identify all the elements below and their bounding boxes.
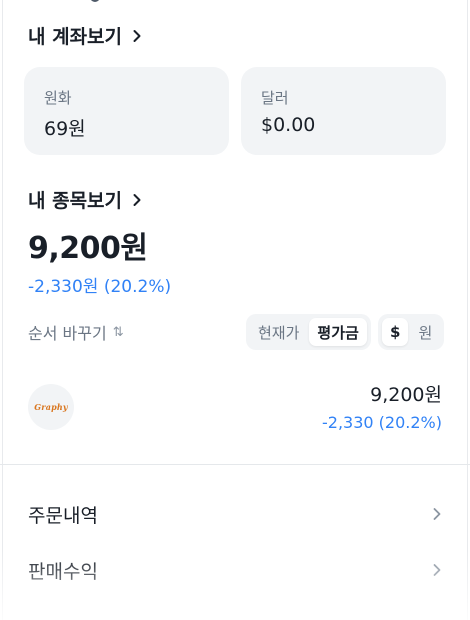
krw-card-label: 원화 [44, 89, 72, 107]
holding-change: -2,330 (20.2%) [322, 413, 442, 432]
stocks-section-title: 내 종목보기 [28, 190, 123, 212]
toggle-current-price[interactable]: 현재가 [250, 318, 307, 346]
currency-toggle: $ 원 [378, 314, 445, 350]
frame-border-left [2, 0, 3, 620]
usd-card-value: $0.00 [261, 114, 316, 136]
frame-border-right [467, 0, 468, 620]
menu-sales-profit[interactable]: 판매수익 [28, 550, 444, 590]
holding-amount: 9,200원 [370, 384, 442, 406]
chevron-right-icon [433, 508, 441, 520]
sort-arrows-icon: ⇅ [112, 324, 124, 340]
menu-order-history[interactable]: 주문내역 [28, 494, 444, 534]
section-divider [0, 464, 470, 465]
stock-logo-text: Graphy [34, 402, 68, 412]
usd-card-label: 달러 [261, 89, 289, 107]
portfolio-total-change: -2,330원 (20.2%) [28, 277, 172, 297]
toggle-valuation[interactable]: 평가금 [309, 318, 367, 346]
menu-sales-profit-label: 판매수익 [28, 560, 98, 583]
account-section-link[interactable]: 내 계좌보기 [28, 22, 144, 49]
sort-order-button[interactable]: 순서 바꾸기 ⇅ [28, 320, 124, 344]
price-view-toggle: 현재가 평가금 [246, 314, 371, 350]
menu-order-history-label: 주문내역 [28, 504, 98, 527]
clipped-icon [90, 0, 100, 2]
toggle-krw[interactable]: 원 [410, 318, 440, 346]
clipped-header-remnant [60, 0, 300, 4]
stocks-section-link[interactable]: 내 종목보기 [28, 186, 144, 213]
account-section-title: 내 계좌보기 [28, 26, 123, 48]
krw-balance-card[interactable]: 원화 69원 [24, 67, 229, 155]
balance-cards: 원화 69원 달러 $0.00 [24, 67, 446, 155]
chevron-right-icon [433, 564, 441, 576]
krw-card-value: 69원 [44, 118, 86, 140]
stock-logo: Graphy [28, 384, 74, 430]
chevron-right-icon [133, 193, 141, 206]
holding-row[interactable]: Graphy 9,200원 -2,330 (20.2%) [28, 378, 442, 438]
usd-balance-card[interactable]: 달러 $0.00 [241, 67, 446, 155]
chevron-right-icon [133, 29, 141, 42]
sort-order-label: 순서 바꾸기 [28, 324, 107, 343]
portfolio-total-value: 9,200원 [28, 231, 148, 266]
toggle-usd[interactable]: $ [382, 318, 409, 346]
